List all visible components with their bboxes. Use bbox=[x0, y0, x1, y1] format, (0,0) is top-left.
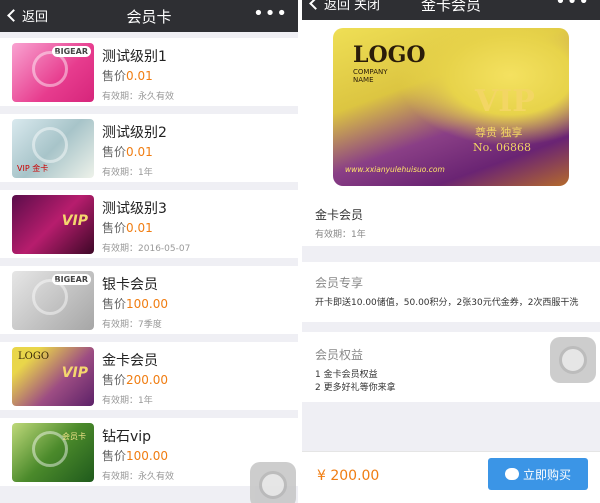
card-price: 售价0.01 bbox=[102, 221, 153, 235]
card-label: 会员卡 bbox=[62, 432, 86, 441]
card-logo: LOGO bbox=[353, 42, 426, 68]
card-name: 金卡会员 bbox=[102, 353, 158, 369]
card-url: www.xxianyulehuisuo.com bbox=[345, 165, 445, 174]
back-label: 返回 bbox=[22, 10, 49, 25]
card-pattern bbox=[32, 279, 68, 315]
total-price: ¥ 200.00 bbox=[317, 468, 380, 484]
card-pattern bbox=[32, 127, 68, 163]
card-tagline: 尊贵 独享 bbox=[475, 126, 523, 139]
member-card-list-screen: 返回 会员卡 ••• BIGEAR 测试级别1 售价0.01 有效期：永久有效 … bbox=[0, 0, 298, 503]
more-options-icon[interactable]: ••• bbox=[555, 0, 590, 12]
privilege-title: 会员专享 bbox=[315, 276, 364, 290]
card-price: 售价100.00 bbox=[102, 449, 169, 463]
card-validity: 有效期：2016-05-07 bbox=[102, 244, 191, 254]
card-label: VIP bbox=[61, 365, 88, 381]
close-button[interactable]: 关闭 bbox=[354, 0, 380, 13]
privilege-section: 会员专享 开卡即送10.00储值，50.00积分，2张30元代金券，2次西服干洗 bbox=[302, 262, 600, 322]
assistive-touch-button[interactable] bbox=[250, 462, 296, 503]
card-name: 测试级别3 bbox=[102, 201, 167, 217]
purchase-bar: ¥ 200.00 立即购买 bbox=[302, 451, 600, 503]
assistive-touch-icon bbox=[259, 471, 287, 499]
more-options-icon[interactable]: ••• bbox=[253, 3, 288, 24]
card-hero: LOGO COMPANY NAME VIP 尊贵 独享 No. 06868 www… bbox=[302, 20, 600, 196]
list-item[interactable]: VIP 金卡 测试级别2 售价0.01 有效期：1年 bbox=[0, 114, 298, 182]
card-price: 售价0.01 bbox=[102, 69, 153, 83]
card-name: 钻石vip bbox=[102, 429, 152, 445]
card-price: 售价100.00 bbox=[102, 297, 169, 311]
list-item[interactable]: BIGEAR 测试级别1 售价0.01 有效期：永久有效 bbox=[0, 38, 298, 106]
buy-now-label: 立即购买 bbox=[522, 467, 571, 482]
card-thumbnail: VIP 金卡 bbox=[12, 119, 94, 178]
card-validity: 有效期：1年 bbox=[102, 396, 153, 406]
card-label: VIP 金卡 bbox=[17, 164, 49, 173]
card-number: No. 06868 bbox=[473, 141, 532, 154]
rights-line-1: 1 金卡会员权益 bbox=[315, 370, 378, 380]
card-label: VIP bbox=[61, 213, 88, 229]
card-name: 金卡会员 bbox=[315, 208, 364, 222]
privilege-body: 开卡即送10.00储值，50.00积分，2张30元代金券，2次西服干洗 bbox=[315, 298, 579, 308]
card-image: LOGO COMPANY NAME VIP 尊贵 独享 No. 06868 www… bbox=[333, 28, 569, 186]
navbar: 返回 关闭 金卡会员 ••• bbox=[302, 0, 600, 20]
card-price: 售价0.01 bbox=[102, 145, 153, 159]
list-item[interactable]: BIGEAR 银卡会员 售价100.00 有效期：7季度 bbox=[0, 266, 298, 334]
list-item[interactable]: LOGO VIP 金卡会员 售价200.00 有效期：1年 bbox=[0, 342, 298, 410]
chevron-left-icon bbox=[309, 0, 322, 10]
card-validity: 有效期：1年 bbox=[102, 168, 153, 178]
card-thumbnail: 会员卡 bbox=[12, 423, 94, 482]
chevron-left-icon bbox=[7, 9, 20, 22]
price-amount: 100.00 bbox=[126, 449, 169, 463]
buy-now-button[interactable]: 立即购买 bbox=[488, 458, 588, 490]
card-logo: LOGO bbox=[18, 351, 50, 362]
navbar: 返回 会员卡 ••• bbox=[0, 0, 298, 32]
assistive-touch-button[interactable] bbox=[550, 337, 596, 383]
card-info: 金卡会员 有效期：1年 bbox=[302, 196, 600, 246]
card-thumbnail: BIGEAR bbox=[12, 271, 94, 330]
card-validity: 有效期：1年 bbox=[315, 230, 366, 240]
rights-line-2: 2 更多好礼等你来拿 bbox=[315, 383, 396, 393]
back-label: 返回 bbox=[324, 0, 351, 13]
card-name: 测试级别1 bbox=[102, 49, 167, 65]
price-amount: 0.01 bbox=[126, 145, 153, 159]
back-button[interactable]: 返回 bbox=[6, 6, 48, 25]
card-name: 测试级别2 bbox=[102, 125, 167, 141]
card-validity: 有效期：永久有效 bbox=[102, 92, 175, 102]
card-validity: 有效期：永久有效 bbox=[102, 472, 175, 482]
card-company-name: COMPANY NAME bbox=[353, 68, 388, 84]
card-vip-text: VIP bbox=[475, 84, 535, 119]
card-thumbnail: BIGEAR bbox=[12, 43, 94, 102]
card-validity: 有效期：7季度 bbox=[102, 320, 162, 330]
list-item[interactable]: VIP 测试级别3 售价0.01 有效期：2016-05-07 bbox=[0, 190, 298, 258]
chat-bubble-icon bbox=[504, 468, 519, 480]
price-amount: 0.01 bbox=[126, 221, 153, 235]
rights-title: 会员权益 bbox=[315, 348, 364, 362]
assistive-touch-icon bbox=[559, 346, 587, 374]
card-thumbnail: VIP bbox=[12, 195, 94, 254]
card-detail-screen: 返回 关闭 金卡会员 ••• LOGO COMPANY NAME VIP 尊贵 独… bbox=[302, 0, 600, 503]
price-amount: 200.00 bbox=[126, 373, 169, 387]
card-name: 银卡会员 bbox=[102, 277, 158, 293]
card-pattern bbox=[32, 51, 68, 87]
card-thumbnail: LOGO VIP bbox=[12, 347, 94, 406]
back-button[interactable]: 返回 bbox=[308, 0, 350, 13]
price-amount: 100.00 bbox=[126, 297, 169, 311]
price-amount: 0.01 bbox=[126, 69, 153, 83]
card-price: 售价200.00 bbox=[102, 373, 169, 387]
